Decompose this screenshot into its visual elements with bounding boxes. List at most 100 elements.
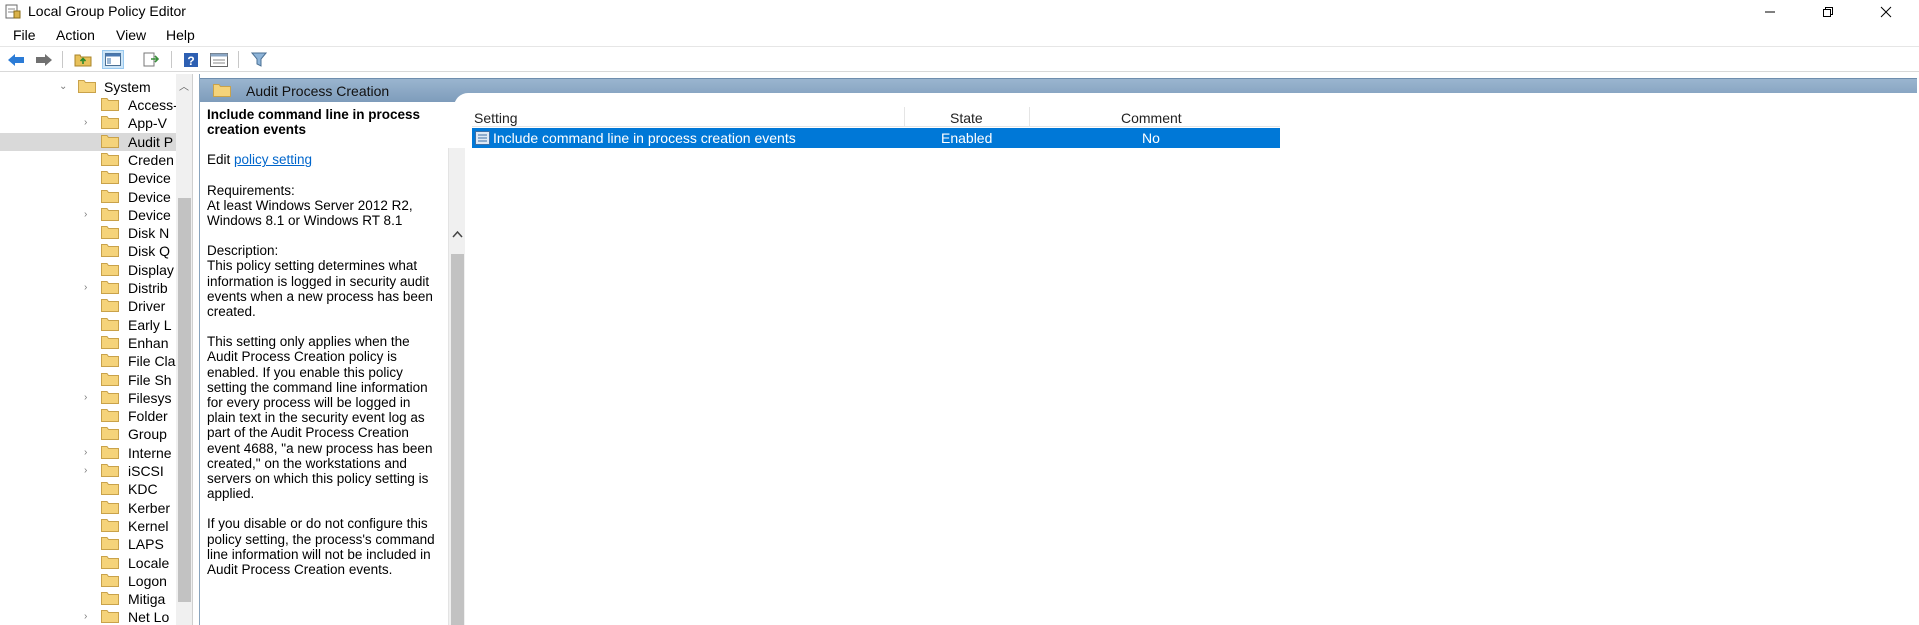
scroll-up-arrow-icon[interactable]: ︿ [179,78,189,93]
table-row[interactable]: Include command line in process creation… [472,128,1280,148]
tree-item[interactable]: File Cla [0,352,176,370]
cell-comment: No [1142,130,1160,146]
policy-setting-icon [475,131,490,145]
folder-icon [101,427,119,441]
tree-item[interactable]: Early L [0,316,176,334]
tree-item[interactable]: Mitiga [0,590,176,608]
folder-icon [101,464,119,477]
description-para-2: This setting only applies when the Audit… [207,334,433,502]
filter-button[interactable] [248,50,270,69]
menu-file[interactable]: File [13,27,36,43]
tree-item[interactable]: Kernel [0,517,176,535]
tree-item[interactable]: › Filesys [0,389,176,407]
folder-icon [101,482,119,496]
requirements-text: At least Windows Server 2012 R2, Windows… [207,197,413,229]
scrollbar-thumb[interactable] [451,254,464,625]
tree-item[interactable]: Display [0,261,176,279]
folder-icon [78,80,96,93]
tree-item[interactable]: Device [0,188,176,206]
table-header: Setting State Comment [472,107,1280,127]
chevron-right-icon[interactable]: › [84,209,94,221]
tree-item[interactable]: Disk N [0,224,176,242]
console-tree: ⌄ System Access- › App-V Audit P Creden Devic… [0,74,193,625]
tree-item[interactable]: › Device [0,206,176,224]
tree-scrollbar[interactable]: ︿ [176,74,192,625]
back-arrow-icon [8,53,24,66]
tree-item[interactable]: Logon [0,572,176,590]
folder-icon [101,445,119,459]
folder-icon [101,116,119,130]
properties-icon [210,52,228,67]
up-one-level-button[interactable] [72,50,94,69]
menu-help[interactable]: Help [166,27,195,43]
close-button[interactable] [1857,0,1915,23]
tree-item[interactable]: Enhan [0,334,176,352]
tree-item[interactable]: KDC [0,480,176,498]
tree-item-label: Early L [128,316,172,333]
chevron-right-icon[interactable]: › [84,447,94,459]
tree-item[interactable]: Driver [0,297,176,315]
minimize-button[interactable] [1741,0,1799,23]
tree-item[interactable]: Locale [0,554,176,572]
help-button[interactable]: ? [180,50,202,69]
tree-item[interactable]: Device [0,169,176,187]
properties-button[interactable] [208,50,230,69]
tree-item[interactable]: File Sh [0,371,176,389]
folder-icon [101,573,119,587]
show-hide-console-tree-icon [105,53,121,66]
menu-view[interactable]: View [116,27,146,43]
chevron-down-icon[interactable]: ⌄ [59,81,69,93]
tree-item-label: iSCSI [128,463,164,479]
folder-icon [101,500,119,514]
tree-item[interactable]: › Interne [0,444,176,462]
tree-item[interactable]: › Net Lo [0,608,176,625]
export-list-icon [143,52,160,67]
description-scrollbar[interactable] [448,148,465,625]
chevron-right-icon[interactable]: › [84,282,94,294]
column-header-setting[interactable]: Setting [474,110,518,126]
folder-icon [101,226,119,240]
tree-item[interactable]: LAPS [0,535,176,553]
tree-item[interactable]: Access- [0,96,178,114]
column-header-state[interactable]: State [950,110,983,126]
tree-item-label: Disk Q [128,243,170,260]
tree-item[interactable]: › iSCSI [0,462,176,480]
tree-item-label: Device [128,170,171,187]
tree-item-label: App-V [128,115,167,132]
forward-arrow-icon [36,53,52,66]
tree-item-system[interactable]: ⌄ System [0,78,176,96]
tree-item[interactable]: Disk Q [0,242,176,260]
chevron-right-icon[interactable]: › [84,465,94,477]
tree-item[interactable]: Creden [0,151,176,169]
tree-item[interactable]: Kerber [0,499,176,517]
tree-item[interactable]: › Distrib [0,279,176,297]
folder-icon [101,354,119,368]
folder-icon [101,152,119,166]
tree-item[interactable]: Group [0,425,176,443]
tree-item-label: Mitiga [128,591,166,608]
chevron-right-icon[interactable]: › [84,611,94,623]
tree-item[interactable]: › App-V [0,114,176,132]
folder-icon [101,98,119,111]
back-button[interactable] [5,50,27,69]
chevron-up-icon[interactable] [452,230,463,238]
chevron-right-icon[interactable]: › [84,392,94,404]
folder-icon [101,610,119,624]
restore-button[interactable] [1799,0,1857,23]
menu-action[interactable]: Action [56,27,95,43]
chevron-right-icon[interactable]: › [84,117,94,129]
scrollbar-thumb[interactable] [178,198,191,602]
tree-item-label: Access- [128,97,178,113]
tree-item-label: Device [128,206,171,223]
tree-item[interactable]: Folder [0,407,176,425]
minimize-icon [1765,11,1775,12]
edit-policy-setting-link[interactable]: policy setting [234,152,312,167]
forward-button[interactable] [33,50,55,69]
column-header-comment[interactable]: Comment [1121,110,1182,126]
folder-icon [213,84,231,97]
tree-item[interactable]: Audit P [0,132,176,151]
folder-icon [101,207,119,221]
tree-item-label: LAPS [128,536,164,553]
show-hide-console-tree-button[interactable] [102,50,124,69]
export-list-button[interactable] [141,50,163,69]
